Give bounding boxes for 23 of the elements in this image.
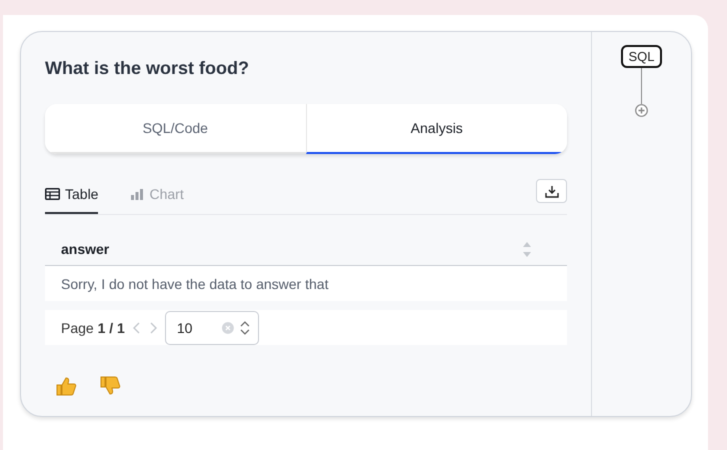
thumbs-up-button[interactable]	[55, 376, 77, 396]
clear-icon[interactable]	[222, 322, 234, 334]
tab[interactable]: SQL/Code	[45, 104, 306, 154]
add-icon[interactable]	[635, 104, 648, 117]
download-icon	[544, 184, 558, 198]
column-header[interactable]: answer	[61, 241, 110, 257]
table-icon	[45, 188, 60, 200]
download-button[interactable]	[536, 179, 567, 203]
tab[interactable]: Analysis	[306, 104, 567, 154]
up-down-icon[interactable]	[240, 320, 250, 336]
view-tab[interactable]: Table	[45, 176, 98, 214]
thumbs-down-icon	[99, 376, 121, 396]
chevron-left-icon[interactable]	[132, 322, 141, 334]
bar-chart-icon	[130, 188, 144, 200]
question-title: What is the worst food?	[45, 58, 250, 79]
page-indicator: Page 1 / 1	[61, 320, 125, 336]
chevron-right-icon[interactable]	[148, 322, 157, 334]
table-cell: Sorry, I do not have the data to answer that	[61, 276, 328, 292]
thumbs-down-button[interactable]	[99, 376, 121, 396]
sort-icon[interactable]	[522, 240, 532, 258]
thumbs-up-icon	[55, 376, 77, 396]
page-size-field[interactable]: 10	[164, 310, 259, 344]
flow-node[interactable]: SQL	[621, 45, 662, 68]
